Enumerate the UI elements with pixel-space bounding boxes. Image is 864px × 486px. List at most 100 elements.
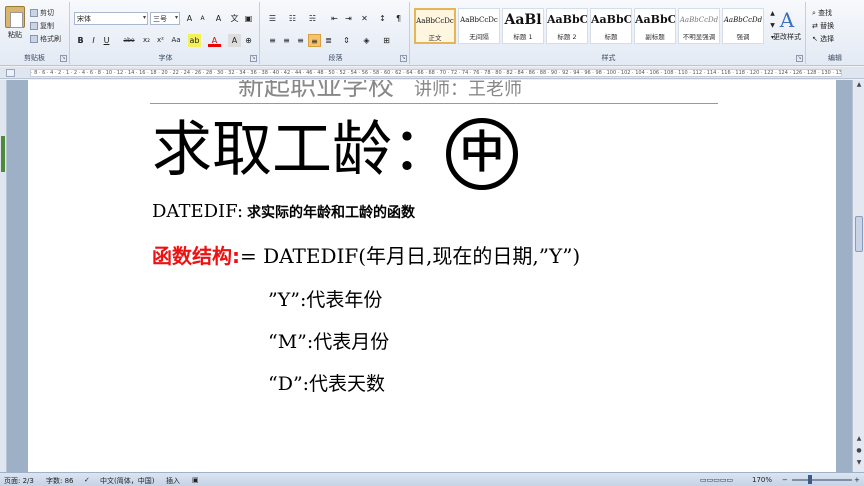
code-line-month: “M”:代表月份 xyxy=(268,331,390,353)
style-subtitle[interactable]: AaBbC 副标题 xyxy=(634,8,676,44)
clipboard-group-label: 剪贴板 xyxy=(24,54,45,62)
replace-button[interactable]: ⇄ 替换 xyxy=(812,21,834,31)
align-center-icon[interactable]: ≡ xyxy=(280,34,293,47)
subscript-label: x₂ xyxy=(143,36,150,44)
styles-launcher[interactable]: ↘ xyxy=(796,55,803,62)
subscript-button[interactable]: x₂ xyxy=(140,34,153,47)
distributed-icon[interactable]: ≣ xyxy=(322,34,335,47)
document-page[interactable]: 新起职业学校 讲师：王老师 求取工龄： 中 DATEDIF: 求实际的年龄和工龄的函… xyxy=(28,80,836,472)
line-spacing-icon[interactable]: ⇕ xyxy=(340,34,353,47)
copy-icon xyxy=(30,22,38,30)
scissors-icon xyxy=(30,9,38,17)
style-no-spacing[interactable]: AaBbCcDc 无间隔 xyxy=(458,8,500,44)
char-border-icon[interactable]: ▣ xyxy=(242,12,255,25)
change-case-label: Aa xyxy=(171,36,181,44)
style-name: 标题 xyxy=(604,33,618,41)
copy-button[interactable]: 复制 xyxy=(30,21,54,31)
font-color-icon[interactable]: A xyxy=(208,34,221,47)
char-shading-icon[interactable]: A xyxy=(228,34,241,47)
clipboard-launcher[interactable]: ↘ xyxy=(60,55,67,62)
zoom-slider[interactable] xyxy=(792,479,852,481)
prev-page-icon[interactable]: ▲ xyxy=(854,434,864,444)
cut-button[interactable]: 剪切 xyxy=(30,8,54,18)
paste-button[interactable]: 粘贴 xyxy=(2,6,28,50)
title-badge: 中 xyxy=(446,118,518,190)
chinese-layout-icon[interactable]: ✕ xyxy=(358,12,371,25)
styles-group-label: 样式 xyxy=(601,54,616,62)
vertical-ruler-margin xyxy=(1,136,5,172)
header-school: 新起职业学校 xyxy=(238,80,395,102)
clipboard-icon xyxy=(5,6,25,28)
bold-button[interactable]: B xyxy=(74,34,87,47)
zoom-in-icon[interactable]: + xyxy=(854,476,860,484)
multilevel-list-icon[interactable]: ☵ xyxy=(306,12,319,25)
tab-selector-button[interactable] xyxy=(6,69,15,77)
style-subtle-emphasis[interactable]: AaBbCcDd 不明显强调 xyxy=(678,8,720,44)
font-launcher[interactable]: ↘ xyxy=(250,55,257,62)
bullets-icon[interactable]: ☰ xyxy=(266,12,279,25)
select-button[interactable]: ↖ 选择 xyxy=(812,34,834,44)
justify-icon[interactable]: ≡ xyxy=(308,34,321,47)
insert-mode[interactable]: 插入 xyxy=(166,476,180,486)
vertical-scrollbar[interactable]: ▲ ▲ ● ▼ xyxy=(852,80,864,472)
format-painter-button[interactable]: 格式刷 xyxy=(30,34,61,44)
clipboard-group: 粘贴 剪切 复制 格式刷 剪贴板 ↘ xyxy=(0,2,70,64)
paragraph-launcher[interactable]: ↘ xyxy=(400,55,407,62)
scrollbar-thumb[interactable] xyxy=(855,216,863,252)
font-group-label: 字体 xyxy=(158,54,173,62)
paste-label: 粘贴 xyxy=(8,31,22,39)
enclose-char-icon[interactable]: ⊕ xyxy=(242,34,255,47)
macro-icon[interactable]: ▣ xyxy=(192,476,199,484)
shading-icon[interactable]: ◈ xyxy=(360,34,373,47)
word-count[interactable]: 字数: 86 xyxy=(46,476,74,486)
italic-button[interactable]: I xyxy=(87,34,100,47)
zoom-slider-knob[interactable] xyxy=(808,475,812,484)
copy-label: 复制 xyxy=(40,22,54,30)
find-button[interactable]: ⌕ 查找 xyxy=(812,8,832,18)
next-page-icon[interactable]: ▼ xyxy=(854,458,864,468)
decrease-indent-icon[interactable]: ⇤ xyxy=(328,12,341,25)
replace-icon: ⇄ xyxy=(812,22,821,30)
change-styles-icon: A xyxy=(779,8,795,32)
document-area: 新起职业学校 讲师：王老师 求取工龄： 中 DATEDIF: 求实际的年龄和工龄的函… xyxy=(0,80,852,472)
clear-format-button[interactable]: A xyxy=(212,12,225,25)
style-title[interactable]: AaBbC 标题 xyxy=(590,8,632,44)
browse-object-icon[interactable]: ● xyxy=(854,446,864,456)
style-heading-2[interactable]: AaBbC 标题 2 xyxy=(546,8,588,44)
underline-button[interactable]: U xyxy=(100,34,113,47)
font-name-combo[interactable]: 宋体 ▾ xyxy=(74,12,148,25)
language-indicator[interactable]: 中文(简体，中国) xyxy=(100,476,154,486)
phonetic-guide-icon[interactable]: 文 xyxy=(228,12,241,25)
style-sample: AaBl xyxy=(504,12,542,28)
align-left-icon[interactable]: ≡ xyxy=(266,34,279,47)
formula-line: 函数结构:= DATEDIF(年月日,现在的日期,”Y”) xyxy=(152,240,580,269)
ruler-ticks[interactable]: · 8 · 6 · 4 · 2 · 1 · 2 · 4 · 6 · 8 · 10… xyxy=(30,69,842,77)
zoom-level[interactable]: 170% xyxy=(752,476,772,484)
highlight-icon[interactable]: ab xyxy=(188,34,201,47)
view-buttons-icon[interactable]: ▭▭▭▭▭ xyxy=(700,476,733,484)
style-normal[interactable]: AaBbCcDc 正文 xyxy=(414,8,456,44)
change-case-button[interactable]: Aa xyxy=(168,34,184,47)
change-styles-button[interactable]: A 更改样式 xyxy=(770,8,804,42)
style-sample: AaBbC xyxy=(591,13,631,26)
sort-icon[interactable]: ↕ xyxy=(376,12,389,25)
font-size-combo[interactable]: 三号 ▾ xyxy=(150,12,180,25)
style-emphasis[interactable]: AaBbCcDd 强调 xyxy=(722,8,764,44)
page-count[interactable]: 页面: 2/3 xyxy=(4,476,34,486)
grow-font-button[interactable]: A xyxy=(183,12,196,25)
borders-icon[interactable]: ⊞ xyxy=(380,34,393,47)
scroll-up-icon[interactable]: ▲ xyxy=(854,80,864,90)
show-marks-icon[interactable]: ¶ xyxy=(392,12,405,25)
spell-check-icon[interactable]: ✓ xyxy=(84,476,90,484)
shrink-font-button[interactable]: A xyxy=(196,12,209,25)
style-sample: AaBbCcDd xyxy=(679,16,719,24)
replace-label: 替换 xyxy=(820,22,835,30)
strikethrough-button[interactable]: abe xyxy=(120,34,138,47)
numbering-icon[interactable]: ☷ xyxy=(286,12,299,25)
increase-indent-icon[interactable]: ⇥ xyxy=(342,12,355,25)
zoom-out-icon[interactable]: − xyxy=(782,476,788,484)
format-painter-label: 格式刷 xyxy=(40,35,61,43)
style-heading-1[interactable]: AaBl 标题 1 xyxy=(502,8,544,44)
superscript-button[interactable]: x² xyxy=(154,34,167,47)
align-right-icon[interactable]: ≡ xyxy=(294,34,307,47)
